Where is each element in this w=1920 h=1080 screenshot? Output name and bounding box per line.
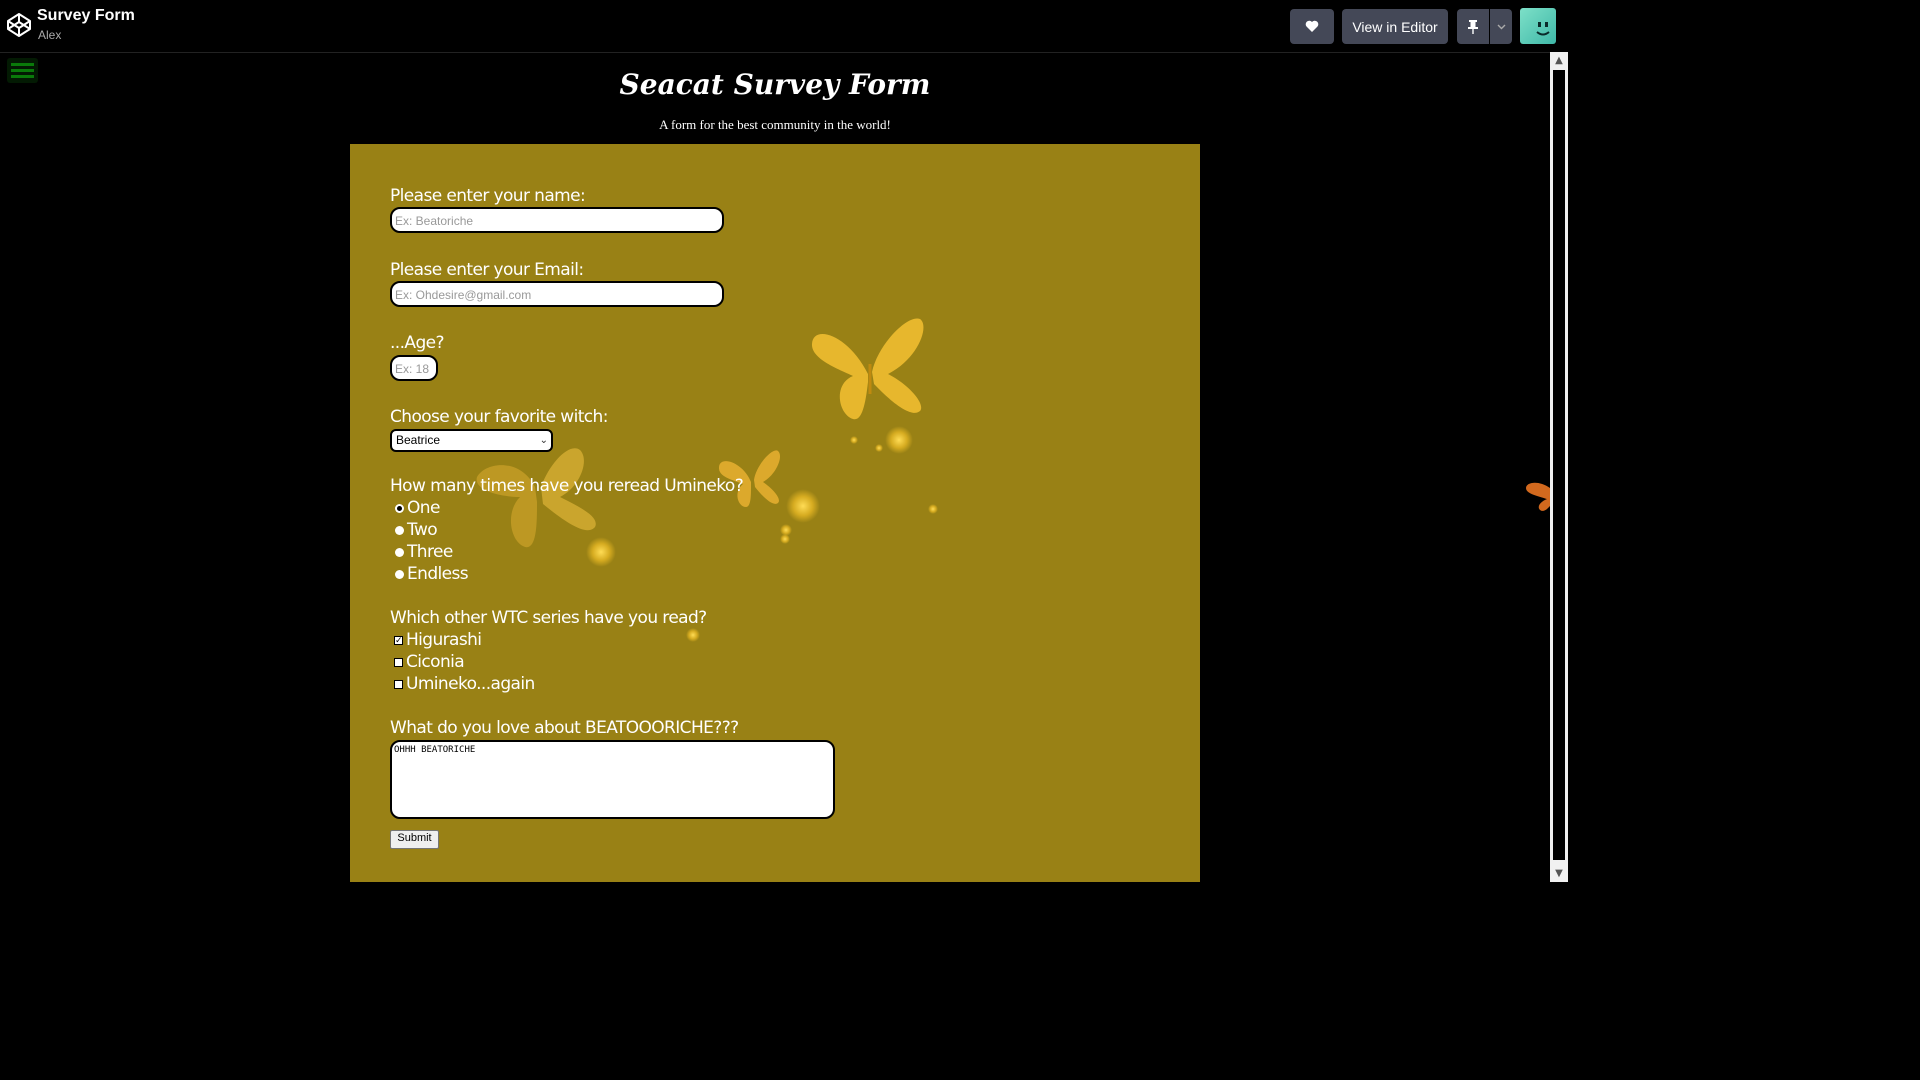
glow-particle — [928, 504, 938, 514]
witch-label: Choose your favorite witch: — [390, 407, 608, 427]
avatar[interactable] — [1520, 8, 1556, 44]
top-bar: Survey Form Alex View in Editor — [0, 0, 1568, 53]
butterfly-icon — [476, 448, 596, 548]
glow-particle — [786, 489, 820, 523]
radio-button[interactable] — [395, 569, 404, 579]
glow-particle — [875, 444, 883, 452]
option-label: Endless — [407, 564, 469, 584]
glow-particle — [686, 628, 700, 642]
glow-particle — [850, 436, 858, 444]
option-label: One — [407, 498, 440, 518]
option-label: Ciconia — [406, 652, 465, 672]
option-label: Two — [407, 520, 438, 540]
heart-icon — [1305, 20, 1319, 32]
reread-option-endless[interactable]: Endless — [395, 564, 469, 584]
glow-particle — [780, 534, 790, 544]
page-title: Seacat Survey Form — [619, 68, 931, 101]
radio-button[interactable] — [395, 547, 404, 557]
checkbox-checked[interactable]: ✓ — [394, 635, 403, 645]
menu-line — [11, 63, 34, 66]
series-option-ciconia[interactable]: Ciconia — [394, 652, 465, 672]
hamburger-menu-button[interactable] — [7, 58, 38, 83]
checkbox[interactable] — [394, 679, 403, 689]
butterfly-icon — [811, 318, 924, 420]
scroll-down-arrow-icon[interactable]: ▼ — [1550, 865, 1568, 882]
age-label: ...Age? — [390, 333, 445, 353]
name-input[interactable]: Ex: Beatoriche — [390, 207, 724, 233]
pin-options-button[interactable] — [1490, 9, 1512, 44]
radio-button[interactable] — [395, 525, 404, 535]
chevron-down-icon — [1497, 24, 1505, 29]
menu-line — [11, 75, 34, 78]
reread-option-two[interactable]: Two — [395, 520, 438, 540]
scroll-up-arrow-icon[interactable]: ▲ — [1550, 52, 1568, 69]
view-in-editor-button[interactable]: View in Editor — [1342, 9, 1448, 44]
love-label: What do you love about BEATOOORICHE??? — [390, 718, 739, 738]
menu-line — [11, 69, 34, 72]
chevron-down-icon: ⌄ — [539, 435, 548, 446]
love-textarea[interactable]: OHHH BEATORICHE — [390, 740, 835, 819]
reread-option-one[interactable]: One — [395, 498, 440, 518]
email-input[interactable]: Ex: Ohdesire@gmail.com — [390, 281, 724, 307]
pin-icon — [1468, 19, 1478, 34]
project-title: Survey Form — [37, 7, 135, 24]
email-label: Please enter your Email: — [390, 260, 584, 280]
scrollbar[interactable]: ▲ ▼ — [1550, 52, 1568, 882]
like-button[interactable] — [1290, 9, 1334, 44]
witch-select[interactable]: Beatrice ⌄ — [390, 429, 553, 452]
radio-button[interactable] — [395, 503, 404, 513]
series-option-umineko-again[interactable]: Umineko...again — [394, 674, 535, 694]
survey-form: Please enter your name: Ex: Beatoriche P… — [350, 144, 1200, 882]
submit-button[interactable]: Submit — [390, 830, 439, 849]
option-label: Higurashi — [406, 630, 482, 650]
glow-particle — [885, 426, 913, 454]
series-option-higurashi[interactable]: ✓ Higurashi — [394, 630, 482, 650]
option-label: Three — [407, 542, 453, 562]
butterfly-icon — [1526, 482, 1550, 511]
scrollbar-thumb[interactable] — [1553, 70, 1565, 860]
name-label: Please enter your name: — [390, 186, 586, 206]
series-label: Which other WTC series have you read? — [390, 608, 707, 628]
page-subtitle: A form for the best community in the wor… — [659, 117, 891, 132]
witch-select-value: Beatrice — [396, 433, 441, 447]
glow-particle — [586, 537, 616, 567]
avatar-face-icon — [1536, 22, 1550, 36]
pin-button[interactable] — [1457, 9, 1489, 44]
option-label: Umineko...again — [406, 674, 535, 694]
reread-label: How many times have you reread Umineko? — [390, 476, 744, 496]
project-author[interactable]: Alex — [38, 28, 61, 42]
codepen-logo-icon[interactable] — [6, 12, 32, 38]
age-input[interactable]: Ex: 18 — [390, 355, 438, 381]
checkbox[interactable] — [394, 657, 403, 667]
reread-option-three[interactable]: Three — [395, 542, 453, 562]
